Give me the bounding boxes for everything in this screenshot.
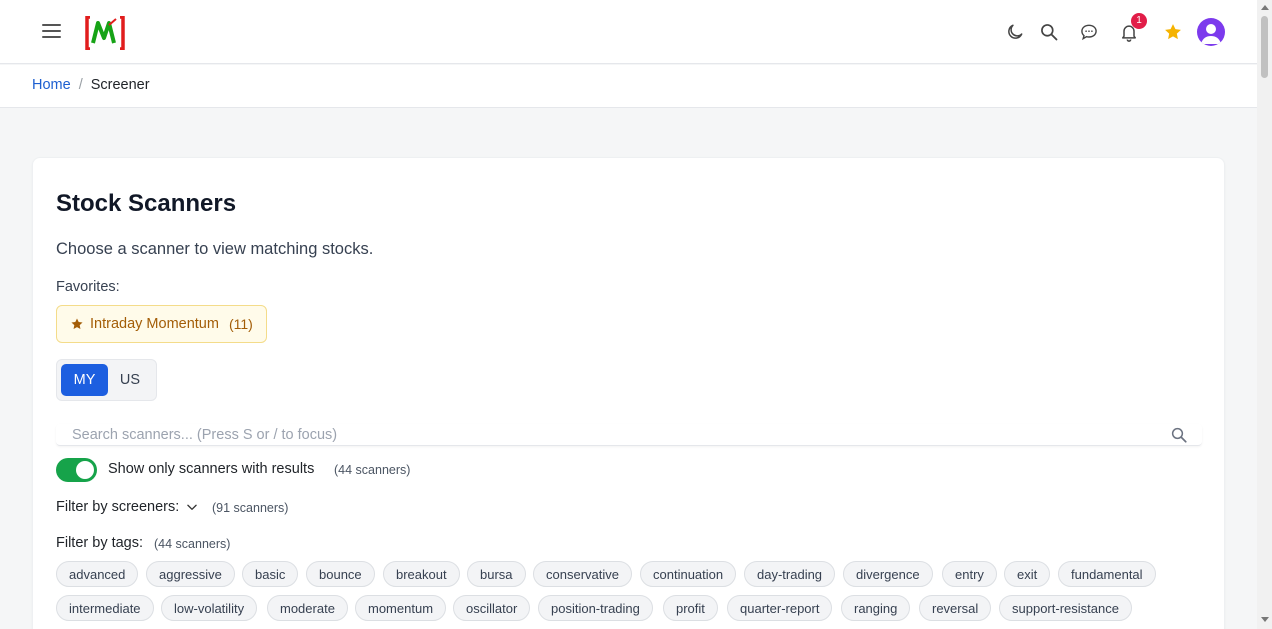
- tag-bounce[interactable]: bounce: [306, 561, 375, 587]
- market-us-button[interactable]: US: [112, 364, 148, 396]
- filter-by-screeners-dropdown[interactable]: Filter by screeners:: [56, 499, 199, 515]
- favorite-name: Intraday Momentum: [90, 316, 219, 332]
- tag-day-trading[interactable]: day-trading: [744, 561, 836, 587]
- star-icon: [71, 318, 83, 330]
- tag-quarter-report[interactable]: quarter-report: [727, 595, 833, 621]
- toggle-knob: [76, 461, 94, 479]
- breadcrumb-bar: Home / Screener: [0, 65, 1257, 108]
- tag-moderate[interactable]: moderate: [267, 595, 348, 621]
- scroll-down-arrow-icon[interactable]: [1261, 617, 1269, 622]
- tag-divergence[interactable]: divergence: [843, 561, 933, 587]
- menu-icon[interactable]: [42, 22, 62, 40]
- tag-continuation[interactable]: continuation: [640, 561, 737, 587]
- tag-profit[interactable]: profit: [663, 595, 718, 621]
- page-title: Stock Scanners: [56, 190, 237, 217]
- tag-momentum[interactable]: momentum: [355, 595, 447, 621]
- market-selector: MY US: [56, 359, 157, 401]
- search-icon[interactable]: [1037, 20, 1061, 44]
- top-header: 1: [0, 0, 1257, 64]
- tag-aggressive[interactable]: aggressive: [146, 561, 235, 587]
- tag-low-volatility[interactable]: low-volatility: [161, 595, 258, 621]
- tag-oscillator[interactable]: oscillator: [453, 595, 531, 621]
- site-logo[interactable]: [85, 15, 125, 51]
- tag-breakout[interactable]: breakout: [383, 561, 460, 587]
- page-subtitle: Choose a scanner to view matching stocks…: [56, 240, 374, 258]
- tag-intermediate[interactable]: intermediate: [56, 595, 154, 621]
- tag-ranging[interactable]: ranging: [841, 595, 911, 621]
- favorite-chip-intraday-momentum[interactable]: Intraday Momentum (11): [56, 305, 267, 343]
- favorites-label: Favorites:: [56, 279, 120, 295]
- tag-conservative[interactable]: conservative: [533, 561, 632, 587]
- scroll-thumb[interactable]: [1261, 16, 1268, 78]
- tag-basic[interactable]: basic: [242, 561, 299, 587]
- chevron-down-icon: [187, 504, 198, 510]
- tag-exit[interactable]: exit: [1004, 561, 1051, 587]
- scroll-up-arrow-icon[interactable]: [1261, 5, 1269, 10]
- tag-bursa[interactable]: bursa: [467, 561, 526, 587]
- filter-screeners-label: Filter by screeners:: [56, 499, 180, 515]
- notification-badge: 1: [1131, 13, 1147, 29]
- breadcrumb-current: Screener: [90, 77, 150, 93]
- scanners-card: Stock Scanners Choose a scanner to view …: [32, 157, 1225, 629]
- search-icon[interactable]: [1170, 426, 1188, 444]
- tag-entry[interactable]: entry: [942, 561, 997, 587]
- breadcrumb-separator: /: [78, 77, 83, 93]
- moon-icon[interactable]: [1003, 20, 1027, 44]
- tag-position-trading[interactable]: position-trading: [538, 595, 653, 621]
- scanner-search-input[interactable]: [72, 424, 1152, 446]
- results-only-toggle[interactable]: [56, 458, 97, 482]
- chat-icon[interactable]: [1077, 20, 1101, 44]
- results-only-count: (44 scanners): [334, 463, 411, 477]
- market-my-button[interactable]: MY: [61, 364, 108, 396]
- filter-tags-count: (44 scanners): [154, 537, 231, 551]
- breadcrumb-home-link[interactable]: Home: [32, 77, 71, 93]
- tag-support-resistance[interactable]: support-resistance: [999, 595, 1132, 621]
- results-only-label: Show only scanners with results: [108, 461, 315, 477]
- tag-fundamental[interactable]: fundamental: [1058, 561, 1156, 587]
- tag-advanced[interactable]: advanced: [56, 561, 139, 587]
- page-scrollbar[interactable]: [1257, 0, 1272, 629]
- filter-screeners-count: (91 scanners): [212, 501, 289, 515]
- scanner-search-box: [56, 424, 1202, 446]
- avatar[interactable]: [1197, 18, 1225, 46]
- filter-tags-label: Filter by tags:: [56, 535, 144, 551]
- star-icon[interactable]: [1161, 20, 1185, 44]
- tag-reversal[interactable]: reversal: [919, 595, 992, 621]
- breadcrumb: Home / Screener: [32, 77, 150, 93]
- favorite-count: (11): [228, 316, 253, 332]
